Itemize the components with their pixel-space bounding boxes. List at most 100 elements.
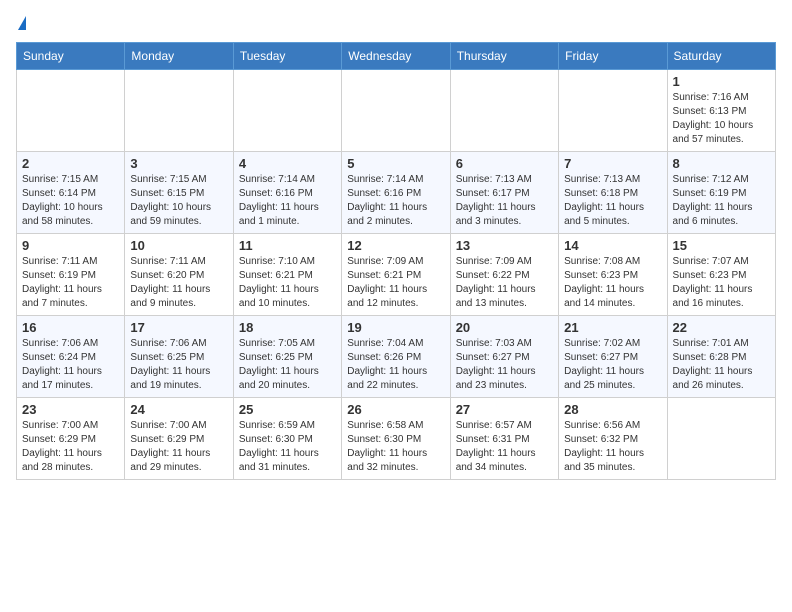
calendar-day-cell: 5 Sunrise: 7:14 AM Sunset: 6:16 PM Daylig… <box>342 152 450 234</box>
calendar-day-cell: 14 Sunrise: 7:08 AM Sunset: 6:23 PM Dayli… <box>559 234 667 316</box>
day-info: Sunrise: 7:03 AM Sunset: 6:27 PM Dayligh… <box>456 337 553 393</box>
day-info: Sunrise: 7:16 AM Sunset: 6:13 PM Dayligh… <box>673 91 770 147</box>
day-info: Sunrise: 6:59 AM Sunset: 6:30 PM Dayligh… <box>239 419 336 475</box>
calendar-day-cell: 19 Sunrise: 7:04 AM Sunset: 6:26 PM Dayli… <box>342 316 450 398</box>
day-info: Sunrise: 7:10 AM Sunset: 6:21 PM Dayligh… <box>239 255 336 311</box>
day-number: 27 <box>456 402 553 417</box>
day-number: 7 <box>564 156 661 171</box>
calendar-day-cell <box>667 398 775 480</box>
calendar-day-cell <box>125 70 233 152</box>
calendar-day-cell <box>342 70 450 152</box>
day-info: Sunrise: 6:57 AM Sunset: 6:31 PM Dayligh… <box>456 419 553 475</box>
day-number: 4 <box>239 156 336 171</box>
day-info: Sunrise: 7:12 AM Sunset: 6:19 PM Dayligh… <box>673 173 770 229</box>
calendar-day-cell: 21 Sunrise: 7:02 AM Sunset: 6:27 PM Dayli… <box>559 316 667 398</box>
day-info: Sunrise: 7:14 AM Sunset: 6:16 PM Dayligh… <box>239 173 336 229</box>
day-number: 18 <box>239 320 336 335</box>
day-info: Sunrise: 7:08 AM Sunset: 6:23 PM Dayligh… <box>564 255 661 311</box>
day-of-week-header: Sunday <box>17 43 125 70</box>
day-info: Sunrise: 7:07 AM Sunset: 6:23 PM Dayligh… <box>673 255 770 311</box>
calendar-day-cell: 12 Sunrise: 7:09 AM Sunset: 6:21 PM Dayli… <box>342 234 450 316</box>
calendar-day-cell: 27 Sunrise: 6:57 AM Sunset: 6:31 PM Dayli… <box>450 398 558 480</box>
calendar-week-row: 9 Sunrise: 7:11 AM Sunset: 6:19 PM Daylig… <box>17 234 776 316</box>
day-number: 23 <box>22 402 119 417</box>
day-of-week-header: Monday <box>125 43 233 70</box>
calendar-day-cell <box>17 70 125 152</box>
day-number: 20 <box>456 320 553 335</box>
calendar-day-cell: 3 Sunrise: 7:15 AM Sunset: 6:15 PM Daylig… <box>125 152 233 234</box>
logo-arrow-icon <box>18 16 26 30</box>
day-info: Sunrise: 7:11 AM Sunset: 6:19 PM Dayligh… <box>22 255 119 311</box>
calendar-day-cell: 18 Sunrise: 7:05 AM Sunset: 6:25 PM Dayli… <box>233 316 341 398</box>
day-info: Sunrise: 7:00 AM Sunset: 6:29 PM Dayligh… <box>22 419 119 475</box>
day-number: 12 <box>347 238 444 253</box>
day-info: Sunrise: 6:58 AM Sunset: 6:30 PM Dayligh… <box>347 419 444 475</box>
day-info: Sunrise: 7:15 AM Sunset: 6:14 PM Dayligh… <box>22 173 119 229</box>
day-number: 28 <box>564 402 661 417</box>
day-info: Sunrise: 7:13 AM Sunset: 6:17 PM Dayligh… <box>456 173 553 229</box>
day-info: Sunrise: 7:01 AM Sunset: 6:28 PM Dayligh… <box>673 337 770 393</box>
calendar-day-cell: 2Sunrise: 7:15 AM Sunset: 6:14 PM Daylig… <box>17 152 125 234</box>
day-number: 14 <box>564 238 661 253</box>
calendar-day-cell: 1 Sunrise: 7:16 AM Sunset: 6:13 PM Daylig… <box>667 70 775 152</box>
day-number: 25 <box>239 402 336 417</box>
day-of-week-header: Thursday <box>450 43 558 70</box>
day-of-week-header: Friday <box>559 43 667 70</box>
calendar-day-cell: 24Sunrise: 7:00 AM Sunset: 6:29 PM Dayli… <box>125 398 233 480</box>
calendar-day-cell: 4 Sunrise: 7:14 AM Sunset: 6:16 PM Daylig… <box>233 152 341 234</box>
day-number: 21 <box>564 320 661 335</box>
calendar-day-cell: 16 Sunrise: 7:06 AM Sunset: 6:24 PM Dayli… <box>17 316 125 398</box>
calendar-day-cell: 22 Sunrise: 7:01 AM Sunset: 6:28 PM Dayli… <box>667 316 775 398</box>
day-of-week-header: Saturday <box>667 43 775 70</box>
day-number: 10 <box>130 238 227 253</box>
calendar-week-row: 2Sunrise: 7:15 AM Sunset: 6:14 PM Daylig… <box>17 152 776 234</box>
calendar-day-cell: 23 Sunrise: 7:00 AM Sunset: 6:29 PM Dayli… <box>17 398 125 480</box>
day-info: Sunrise: 7:06 AM Sunset: 6:24 PM Dayligh… <box>22 337 119 393</box>
day-number: 5 <box>347 156 444 171</box>
day-info: Sunrise: 7:09 AM Sunset: 6:21 PM Dayligh… <box>347 255 444 311</box>
day-number: 16 <box>22 320 119 335</box>
calendar-day-cell: 6 Sunrise: 7:13 AM Sunset: 6:17 PM Daylig… <box>450 152 558 234</box>
day-info: Sunrise: 7:09 AM Sunset: 6:22 PM Dayligh… <box>456 255 553 311</box>
day-number: 15 <box>673 238 770 253</box>
day-number: 8 <box>673 156 770 171</box>
calendar-day-cell: 9 Sunrise: 7:11 AM Sunset: 6:19 PM Daylig… <box>17 234 125 316</box>
day-info: Sunrise: 7:06 AM Sunset: 6:25 PM Dayligh… <box>130 337 227 393</box>
day-number: 1 <box>673 74 770 89</box>
day-number: 6 <box>456 156 553 171</box>
day-info: Sunrise: 7:02 AM Sunset: 6:27 PM Dayligh… <box>564 337 661 393</box>
day-of-week-header: Wednesday <box>342 43 450 70</box>
calendar-week-row: 23 Sunrise: 7:00 AM Sunset: 6:29 PM Dayli… <box>17 398 776 480</box>
day-info: Sunrise: 7:04 AM Sunset: 6:26 PM Dayligh… <box>347 337 444 393</box>
day-number: 26 <box>347 402 444 417</box>
calendar-day-cell: 17 Sunrise: 7:06 AM Sunset: 6:25 PM Dayli… <box>125 316 233 398</box>
calendar-week-row: 1 Sunrise: 7:16 AM Sunset: 6:13 PM Daylig… <box>17 70 776 152</box>
calendar-day-cell: 8 Sunrise: 7:12 AM Sunset: 6:19 PM Daylig… <box>667 152 775 234</box>
day-number: 3 <box>130 156 227 171</box>
day-info: Sunrise: 7:15 AM Sunset: 6:15 PM Dayligh… <box>130 173 227 229</box>
day-number: 19 <box>347 320 444 335</box>
day-info: Sunrise: 7:05 AM Sunset: 6:25 PM Dayligh… <box>239 337 336 393</box>
day-number: 17 <box>130 320 227 335</box>
day-number: 9 <box>22 238 119 253</box>
day-info: Sunrise: 7:14 AM Sunset: 6:16 PM Dayligh… <box>347 173 444 229</box>
day-number: 22 <box>673 320 770 335</box>
calendar-day-cell: 15 Sunrise: 7:07 AM Sunset: 6:23 PM Dayli… <box>667 234 775 316</box>
day-of-week-header: Tuesday <box>233 43 341 70</box>
logo <box>16 16 26 30</box>
page-header <box>16 16 776 30</box>
day-number: 11 <box>239 238 336 253</box>
calendar-day-cell: 10Sunrise: 7:11 AM Sunset: 6:20 PM Dayli… <box>125 234 233 316</box>
calendar-day-cell: 13 Sunrise: 7:09 AM Sunset: 6:22 PM Dayli… <box>450 234 558 316</box>
calendar-day-cell <box>233 70 341 152</box>
calendar-body: 1 Sunrise: 7:16 AM Sunset: 6:13 PM Daylig… <box>17 70 776 480</box>
day-number: 13 <box>456 238 553 253</box>
calendar-day-cell: 11 Sunrise: 7:10 AM Sunset: 6:21 PM Dayli… <box>233 234 341 316</box>
calendar-day-cell: 20 Sunrise: 7:03 AM Sunset: 6:27 PM Dayli… <box>450 316 558 398</box>
calendar-day-cell: 26 Sunrise: 6:58 AM Sunset: 6:30 PM Dayli… <box>342 398 450 480</box>
calendar-week-row: 16 Sunrise: 7:06 AM Sunset: 6:24 PM Dayli… <box>17 316 776 398</box>
calendar-day-cell <box>450 70 558 152</box>
day-of-week-row: SundayMondayTuesdayWednesdayThursdayFrid… <box>17 43 776 70</box>
calendar-day-cell: 7 Sunrise: 7:13 AM Sunset: 6:18 PM Daylig… <box>559 152 667 234</box>
day-info: Sunrise: 7:13 AM Sunset: 6:18 PM Dayligh… <box>564 173 661 229</box>
